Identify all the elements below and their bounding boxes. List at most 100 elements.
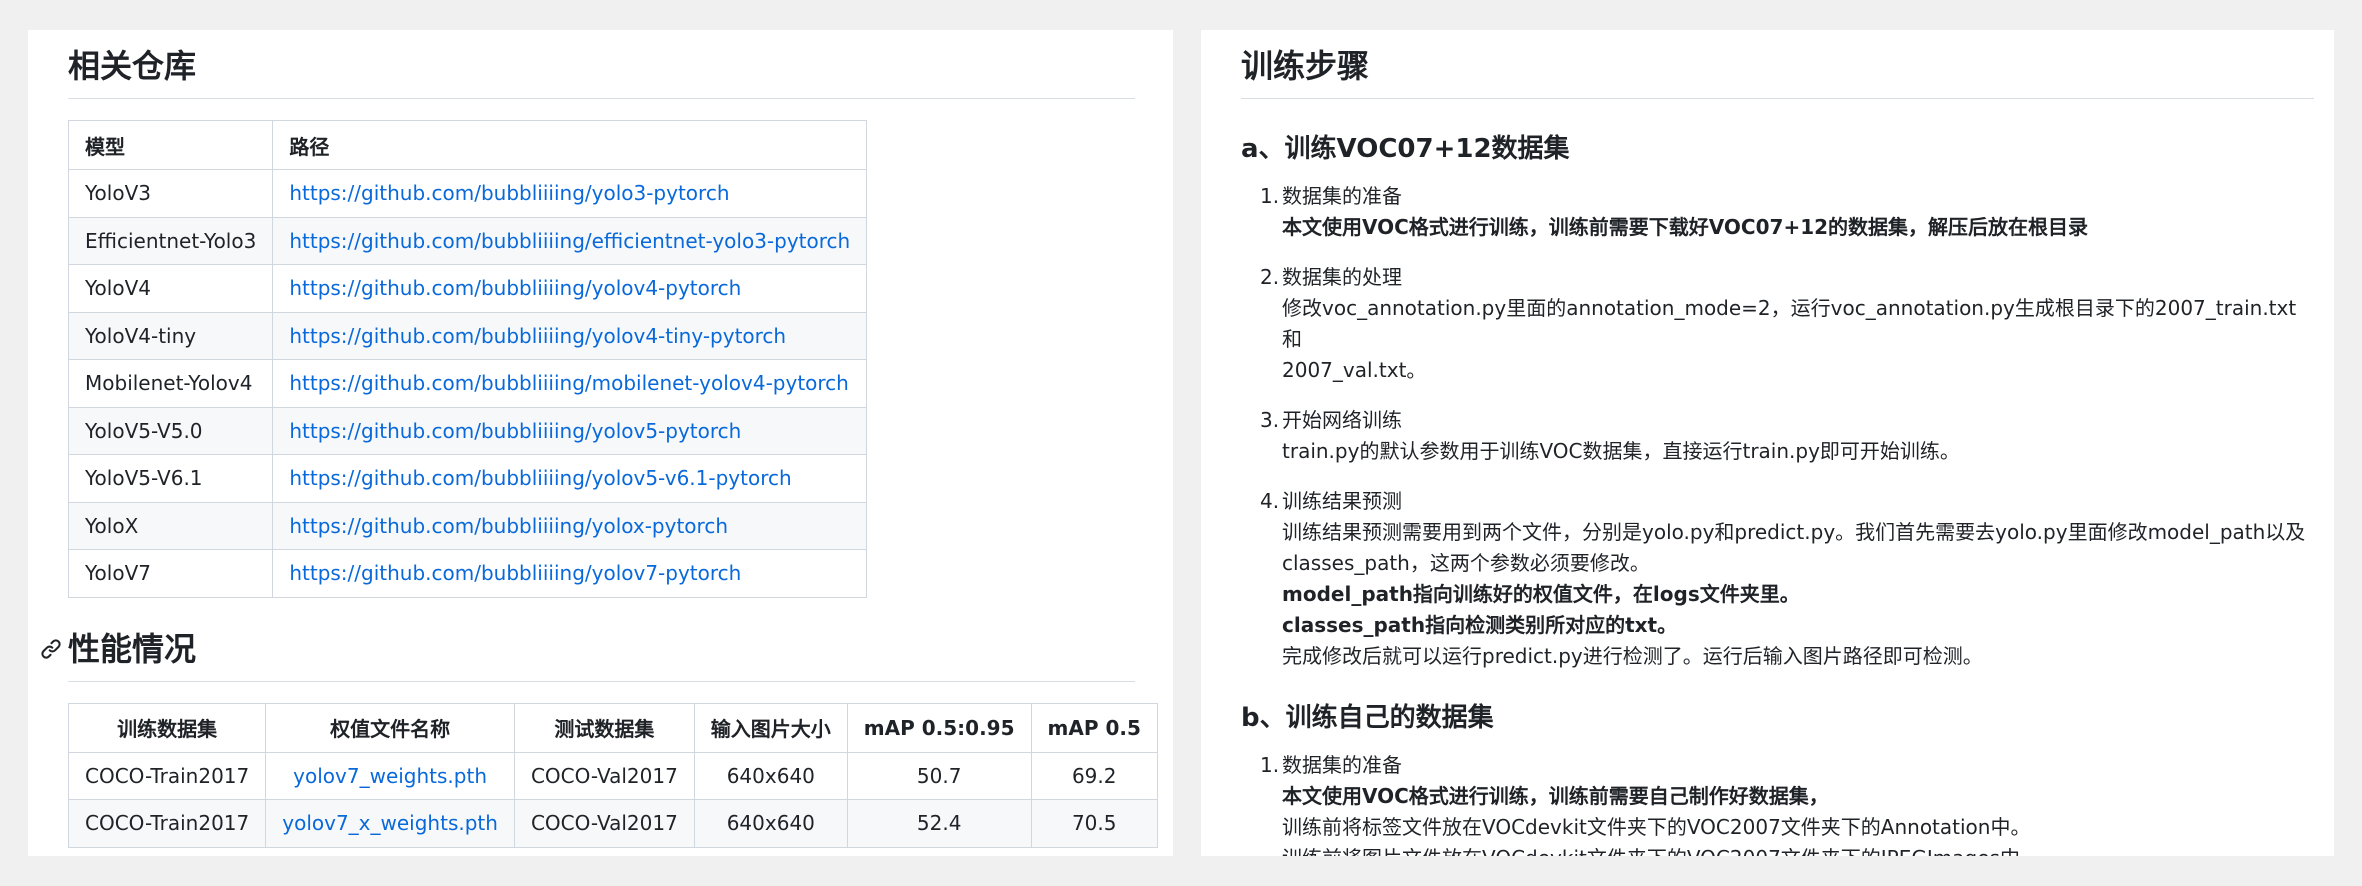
list-item: 1. 数据集的准备本文使用VOC格式进行训练，训练前需要下载好VOC07+12的数…	[1241, 181, 2314, 243]
perf-map-range-cell: 52.4	[846, 799, 1032, 848]
right-panel: 训练步骤 a、训练VOC07+12数据集 1. 数据集的准备 本文使用VOC格式进行…	[1201, 30, 2334, 856]
list-item: 4. 训练结果预测 训练结果预测需要用到两个文件，分别是yolo.py和predic…	[1241, 486, 2314, 672]
repo-table-body: YoloV3 https://github.com/bubbliiiing/yol…	[67, 169, 868, 598]
repo-path-cell: https://github.com/bubbliiiing/yolo3-pyt…	[272, 169, 868, 218]
list-item-text: train.py的默认参数用于训练VOC数据集，直接运行train.py即可开始…	[1282, 439, 1960, 463]
list-item-text: classes_path指向检测类别所对应的txt。	[1282, 613, 1678, 637]
list-item-number: 4.	[1260, 489, 1280, 513]
list-item-text: 训练前将图片文件放在VOCdevkit文件夹下的VOC2007文件夹下的JPEG…	[1282, 843, 2314, 856]
section-a-title: a、训练VOC07+12数据集	[1241, 134, 1570, 164]
left-panel: 相关仓库 模型 路径 YoloV3 https://github.com/bubb…	[28, 30, 1173, 856]
repo-path-cell: https://github.com/bubbliiiing/yolov4-ti…	[272, 311, 868, 360]
list-item-number: 1.	[1260, 753, 1280, 777]
list-item-title: 训练结果预测	[1282, 489, 1402, 513]
repo-model-cell: YoloV7	[67, 549, 274, 598]
section-b-title: b、训练自己的数据集	[1241, 703, 1494, 733]
repo-model-cell: YoloX	[67, 501, 274, 550]
perf-weights-file-cell: yolov7_weights.pth	[265, 751, 515, 800]
section-a-list: 1. 数据集的准备本文使用VOC格式进行训练，训练前需要下载好VOC07+12的数…	[1241, 181, 2314, 672]
list-item-text: 本文使用VOC格式进行训练，训练前需要下载好VOC07+12的数据集，解压后放在…	[1282, 215, 2089, 239]
repo-link[interactable]: https://github.com/bubbliiiing/yolov5-v6…	[289, 466, 791, 490]
list-item-number: 3.	[1260, 408, 1280, 432]
perf-train-dataset-cell: COCO-Train2017	[67, 751, 267, 800]
table-row: YoloV4 https://github.com/bubbliiiing/yol…	[67, 264, 868, 313]
perf-header-input-size: 输入图片大小	[693, 702, 848, 753]
repo-model-cell: YoloV4	[67, 264, 274, 313]
repo-model-cell: YoloV5-V6.1	[67, 454, 274, 503]
repo-path-cell: https://github.com/bubbliiiing/mobilenet…	[272, 359, 868, 408]
repo-link[interactable]: https://github.com/bubbliiiing/yolov7-py…	[289, 561, 741, 585]
repo-header-path: 路径	[272, 120, 868, 170]
table-row: COCO-Train2017 yolov7_weights.pth COCO-Val…	[67, 751, 1158, 800]
anchor-link-icon[interactable]	[40, 638, 62, 660]
repo-link[interactable]: https://github.com/bubbliiiing/yolov4-py…	[289, 276, 741, 300]
table-row: YoloV5-V6.1 https://github.com/bubbliiiin…	[67, 454, 868, 503]
table-row: Efficientnet-Yolo3 https://github.com/bub…	[67, 216, 868, 265]
repo-heading: 相关仓库	[68, 44, 1135, 99]
perf-test-dataset-cell: COCO-Val2017	[513, 751, 695, 800]
perf-header-train-dataset: 训练数据集	[67, 702, 267, 753]
list-item-number: 2.	[1260, 265, 1280, 289]
repo-path-cell: https://github.com/bubbliiiing/yolov7-py…	[272, 549, 868, 598]
list-item: 3. 开始网络训练 train.py的默认参数用于训练VOC数据集，直接运行trai…	[1241, 405, 2314, 467]
perf-input-size-cell: 640x640	[693, 751, 848, 800]
list-item: 1. 数据集的准备本文使用VOC格式进行训练，训练前需要自己制作好数据集， 训练前将…	[1241, 750, 2314, 856]
repo-path-cell: https://github.com/bubbliiiing/yolov5-v6…	[272, 454, 868, 503]
repo-model-cell: YoloV5-V5.0	[67, 406, 274, 455]
repo-path-cell: https://github.com/bubbliiiing/efficient…	[272, 216, 868, 265]
repo-table-header-row: 模型 路径	[67, 120, 868, 170]
repo-path-cell: https://github.com/bubbliiiing/yolov4-py…	[272, 264, 868, 313]
repo-header-model: 模型	[67, 120, 274, 170]
list-item-text: classes_path，这两个参数必须要修改。	[1282, 551, 1650, 575]
perf-table-header-row: 训练数据集 权值文件名称 测试数据集 输入图片大小 mAP 0.5:0.95 m…	[67, 702, 1158, 753]
list-item: 2. 数据集的处理修改voc_annotation.py里面的annotation…	[1241, 262, 2314, 386]
perf-table-body: COCO-Train2017 yolov7_weights.pth COCO-Val…	[67, 751, 1158, 848]
list-item-number: 1.	[1260, 184, 1280, 208]
table-row: YoloV7 https://github.com/bubbliiiing/yol…	[67, 549, 868, 598]
list-item-title: 数据集的准备	[1282, 753, 1402, 777]
repo-link[interactable]: https://github.com/bubbliiiing/yolox-pyt…	[289, 514, 728, 538]
list-item-title: 开始网络训练	[1282, 408, 1402, 432]
repo-table: 模型 路径 YoloV3 https://github.com/bubbliiii…	[67, 120, 868, 598]
perf-table: 训练数据集 权值文件名称 测试数据集 输入图片大小 mAP 0.5:0.95 m…	[67, 702, 1158, 848]
list-item-text: 修改voc_annotation.py里面的annotation_mode=2，…	[1282, 296, 2297, 351]
table-row: Mobilenet-Yolov4 https://github.com/bubbl…	[67, 359, 868, 408]
perf-map-50-cell: 69.2	[1030, 751, 1158, 800]
perf-test-dataset-cell: COCO-Val2017	[513, 799, 695, 848]
perf-map-50-cell: 70.5	[1030, 799, 1158, 848]
perf-heading: 性能情况	[68, 627, 1135, 682]
table-row: COCO-Train2017 yolov7_x_weights.pth COCO-V…	[67, 799, 1158, 848]
repo-link[interactable]: https://github.com/bubbliiiing/yolov4-ti…	[289, 324, 786, 348]
list-item-text: model_path指向训练好的权值文件，在logs文件夹里。	[1282, 582, 1800, 606]
list-item-text: 完成修改后就可以运行predict.py进行检测了。运行后输入图片路径即可检测。	[1282, 644, 1983, 668]
perf-weights-file-cell: yolov7_x_weights.pth	[265, 799, 515, 848]
list-item-text: 2007_val.txt。	[1282, 358, 1427, 382]
section-b-list: 1. 数据集的准备本文使用VOC格式进行训练，训练前需要自己制作好数据集， 训练前将…	[1241, 750, 2314, 856]
table-row: YoloV3 https://github.com/bubbliiiing/yol…	[67, 169, 868, 218]
list-item-title: 数据集的准备	[1282, 184, 1402, 208]
table-row: YoloV4-tiny https://github.com/bubbliiiin…	[67, 311, 868, 360]
table-row: YoloX https://github.com/bubbliiiing/yolo…	[67, 501, 868, 550]
perf-header-weights-file: 权值文件名称	[265, 702, 515, 753]
training-steps-heading: 训练步骤	[1241, 44, 2314, 99]
repo-model-cell: YoloV4-tiny	[67, 311, 274, 360]
list-item-text: 本文使用VOC格式进行训练，训练前需要自己制作好数据集，	[1282, 784, 1829, 808]
repo-path-cell: https://github.com/bubbliiiing/yolov5-py…	[272, 406, 868, 455]
perf-map-range-cell: 50.7	[846, 751, 1032, 800]
perf-header-test-dataset: 测试数据集	[513, 702, 695, 753]
list-item-title: 数据集的处理	[1282, 265, 1402, 289]
repo-link[interactable]: https://github.com/bubbliiiing/mobilenet…	[289, 371, 849, 395]
perf-train-dataset-cell: COCO-Train2017	[67, 799, 267, 848]
perf-header-map-range: mAP 0.5:0.95	[846, 702, 1032, 753]
repo-path-cell: https://github.com/bubbliiiing/yolox-pyt…	[272, 501, 868, 550]
repo-link[interactable]: https://github.com/bubbliiiing/yolo3-pyt…	[289, 181, 729, 205]
weights-file-link[interactable]: yolov7_x_weights.pth	[282, 811, 498, 835]
repo-link[interactable]: https://github.com/bubbliiiing/yolov5-py…	[289, 419, 741, 443]
repo-link[interactable]: https://github.com/bubbliiiing/efficient…	[289, 229, 850, 253]
table-row: YoloV5-V5.0 https://github.com/bubbliiiin…	[67, 406, 868, 455]
perf-input-size-cell: 640x640	[693, 799, 848, 848]
perf-header-map-50: mAP 0.5	[1030, 702, 1158, 753]
list-item-text: 训练前将标签文件放在VOCdevkit文件夹下的VOC2007文件夹下的Anno…	[1282, 815, 2031, 839]
perf-heading-wrap: 性能情况	[41, 627, 1135, 682]
weights-file-link[interactable]: yolov7_weights.pth	[293, 764, 487, 788]
